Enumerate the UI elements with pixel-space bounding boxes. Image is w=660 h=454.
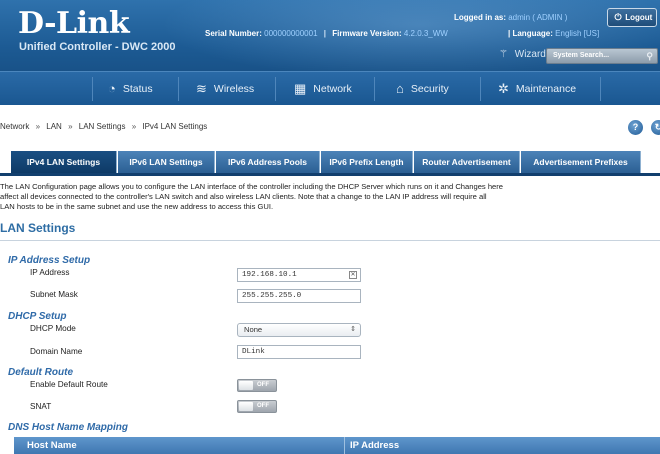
group-title-dns-mapping: DNS Host Name Mapping [8,422,129,433]
toggle-knob [239,381,253,390]
description-line: The LAN Configuration page allows you to… [0,182,504,191]
ip-address-input[interactable]: 192.168.10.1 ✕ [237,268,361,282]
ip-address-label: IP Address [30,268,70,277]
device-info: Serial Number: 000000000001 | Firmware V… [205,29,448,38]
network-icon: ▦ [294,81,307,96]
dhcp-mode-select[interactable]: None ⇕ [237,323,361,337]
domain-name-label: Domain Name [30,347,83,356]
gears-icon: ✲ [498,81,509,96]
nav-label: Wireless [213,83,255,95]
logout-label: Logout [625,13,653,22]
tab-advertisement-prefixes[interactable]: Advertisement Prefixes [521,151,641,173]
search-icon: ⚲ [646,51,653,61]
snat-label: SNAT [30,402,52,411]
system-search-input[interactable]: System Search... ⚲ [546,48,658,64]
search-placeholder: System Search... [553,52,610,59]
nav-divider [374,77,375,101]
tab-ipv6-address-pools[interactable]: IPv6 Address Pools [216,151,320,173]
tab-ipv6-lan-settings[interactable]: IPv6 LAN Settings [118,151,215,173]
firmware-value: 4.2.0.3_WW [403,29,448,38]
clear-icon[interactable]: ✕ [349,271,357,279]
tab-router-advertisement[interactable]: Router Advertisement [414,151,520,173]
wizard-link[interactable]: ⚚ Wizard [499,49,546,60]
nav-divider [178,77,179,101]
tab-underline [0,173,660,176]
subnet-mask-input[interactable]: 255.255.255.0 [237,289,361,303]
group-title-default-route: Default Route [8,367,73,378]
section-title: LAN Settings [0,221,76,235]
wand-icon: ⚚ [499,49,508,60]
nav-divider [92,77,93,101]
logged-in-info: Logged in as: admin ( ADMIN ) [454,13,567,22]
serial-value: 000000000001 [264,29,318,38]
section-divider [0,240,660,241]
lock-icon: ⌂ [396,81,404,96]
subnet-mask-label: Subnet Mask [30,290,78,299]
nav-divider [600,77,601,101]
breadcrumb-separator: » [35,122,41,131]
nav-label: Security [410,83,449,95]
nav-item-security[interactable]: ⌂ Security [396,72,449,106]
breadcrumb-item[interactable]: Network [0,122,29,131]
column-header-ip-address: IP Address [350,440,400,451]
nav-item-wireless[interactable]: ≋ Wireless [196,72,254,106]
firmware-label: Firmware Version: [332,29,402,38]
nav-label: Network [313,83,352,95]
help-icon[interactable]: ? [628,120,643,135]
select-arrows-icon: ⇕ [350,326,356,333]
tab-ipv6-prefix-length[interactable]: IPv6 Prefix Length [321,151,413,173]
wifi-icon: ≋ [196,81,207,96]
brand-logo: D-Link [18,6,130,41]
dhcp-mode-value: None [244,325,263,334]
breadcrumb-separator: » [68,122,73,131]
breadcrumb-item[interactable]: LAN Settings [79,122,126,131]
wizard-label: Wizard [514,49,546,60]
divider: | [323,29,327,38]
dhcp-mode-label: DHCP Mode [30,324,76,333]
toggle-knob [239,402,253,411]
column-divider [344,437,345,454]
subnet-mask-value: 255.255.255.0 [242,292,302,300]
page-description: The LAN Configuration page allows you to… [0,182,660,212]
ip-address-value: 192.168.10.1 [242,271,297,279]
product-name: Unified Controller - DWC 2000 [19,41,176,53]
snat-toggle[interactable]: OFF [237,400,277,413]
tab-ipv4-lan-settings[interactable]: IPv4 LAN Settings [11,151,117,173]
group-title-dhcp: DHCP Setup [8,311,67,322]
language-info: | Language: English [US] [508,29,599,38]
toggle-state: OFF [257,403,269,409]
nav-label: Maintenance [515,83,577,95]
nav-item-status[interactable]: ◔ Status [108,72,153,106]
main-nav: ◔ Status ≋ Wireless ▦ Network ⌂ Security ✲ Ma… [0,71,660,105]
group-title-ip-setup: IP Address Setup [8,255,91,266]
power-icon: ⏻ [614,12,622,22]
breadcrumb-current: IPv4 LAN Settings [142,122,208,131]
dashboard-icon: ◔ [108,81,116,96]
column-header-host-name: Host Name [27,440,77,451]
breadcrumb-separator: » [131,122,137,131]
dns-mapping-table-header: Host Name IP Address [14,437,660,454]
nav-divider [480,77,481,101]
breadcrumb-item[interactable]: LAN [46,122,62,131]
logged-user: admin ( ADMIN ) [508,13,568,22]
logged-label: Logged in as: [454,13,506,22]
enable-default-route-label: Enable Default Route [30,380,108,389]
domain-name-input[interactable]: DLink [237,345,361,359]
nav-divider [275,77,276,101]
refresh-icon[interactable]: ↻ [651,120,660,135]
language-select[interactable]: English [US] [555,29,599,38]
description-line: affect all devices connected to the cont… [0,192,487,201]
header-glow [160,0,660,80]
nav-item-maintenance[interactable]: ✲ Maintenance [498,72,576,106]
enable-default-route-toggle[interactable]: OFF [237,379,277,392]
description-line: LAN hosts to be in the same subnet and u… [0,202,274,211]
breadcrumb: Network » LAN » LAN Settings » IPv4 LAN … [0,122,207,131]
language-label: Language: [512,29,553,38]
serial-label: Serial Number: [205,29,262,38]
domain-name-value: DLink [242,348,265,356]
nav-item-network[interactable]: ▦ Network [294,72,352,106]
nav-label: Status [122,83,153,95]
logout-button[interactable]: ⏻ Logout [607,8,657,27]
toggle-state: OFF [257,382,269,388]
